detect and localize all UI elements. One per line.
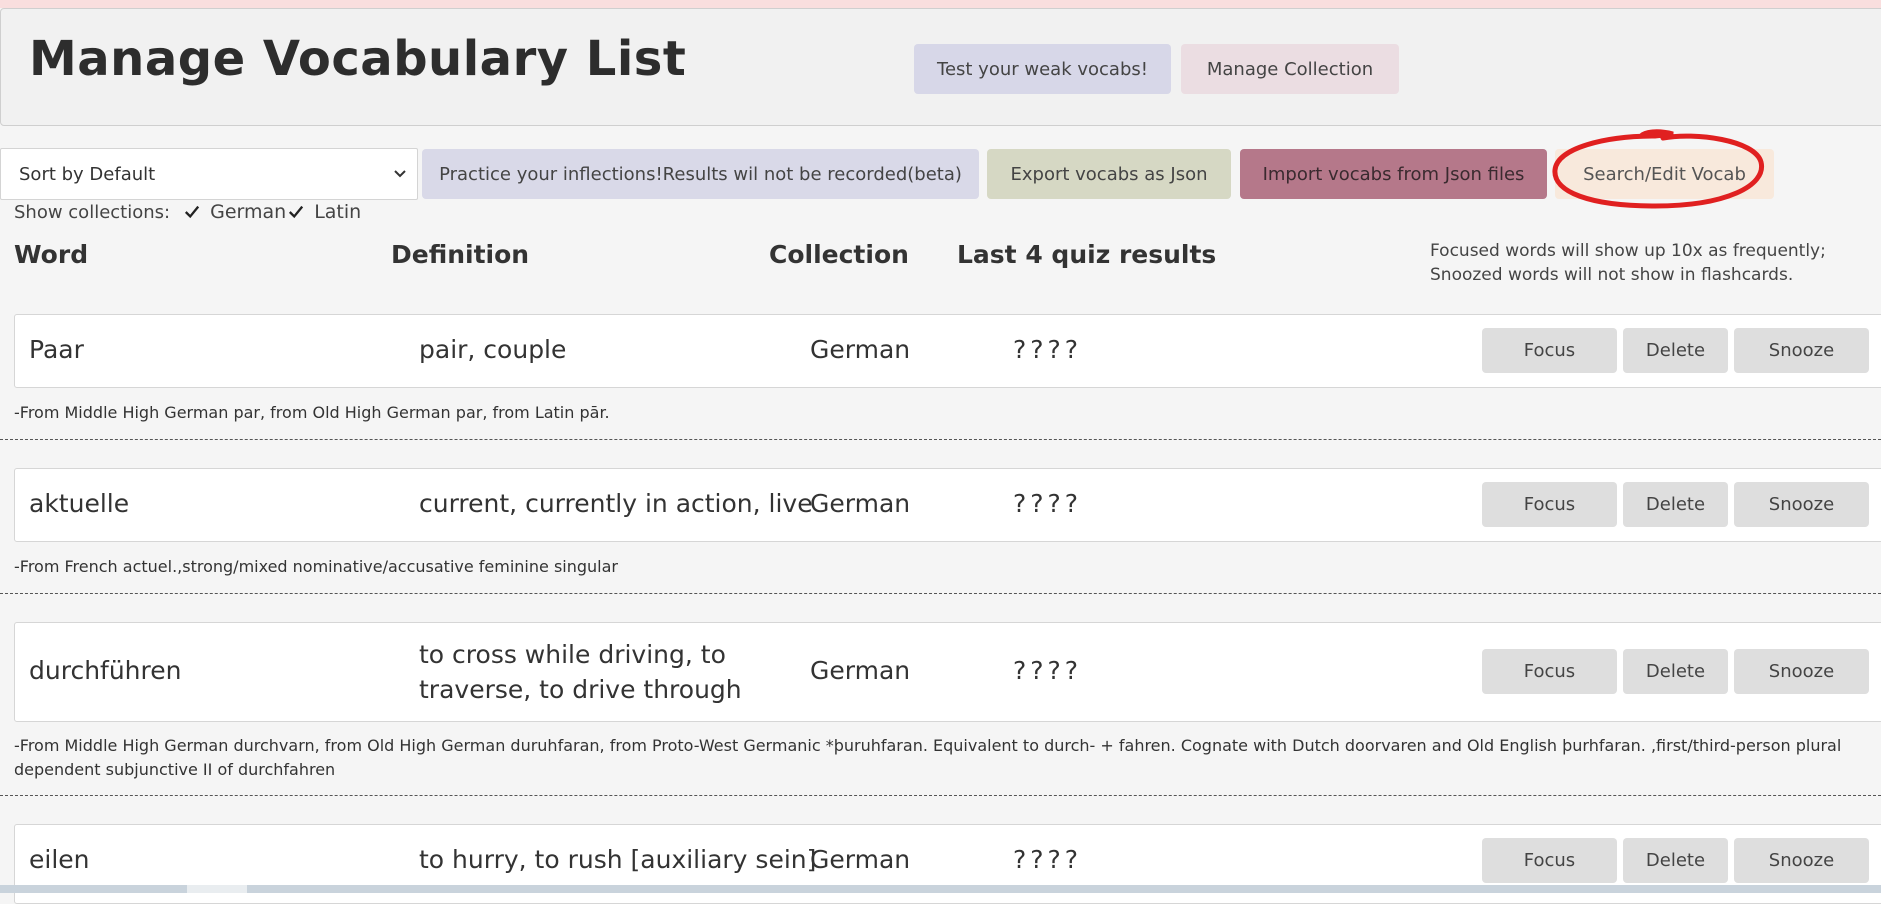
delete-button[interactable]: Delete [1623, 482, 1728, 527]
quiz-results: ???? [1013, 335, 1083, 364]
vocab-row: aktuelle current, currently in action, l… [14, 468, 1881, 542]
german-checkbox-label: German [210, 201, 287, 223]
scrollbar-thumb[interactable] [187, 885, 247, 893]
sort-select-value: Sort by Default [19, 163, 156, 185]
chevron-down-icon [394, 170, 406, 178]
quiz-results: ???? [1013, 489, 1083, 518]
column-header-last-results: Last 4 quiz results [957, 240, 1217, 269]
manage-collection-button[interactable]: Manage Collection [1181, 44, 1399, 94]
latin-checkbox-label: Latin [314, 201, 362, 223]
vocab-collection: German [810, 656, 911, 685]
vocab-word: aktuelle [29, 489, 130, 518]
vocab-definition: to cross while driving, to traverse, to … [419, 640, 742, 704]
import-json-button[interactable]: Import vocabs from Json files [1240, 149, 1547, 199]
snooze-button[interactable]: Snooze [1734, 482, 1869, 527]
row-divider [0, 795, 1881, 796]
top-strip [0, 0, 1881, 8]
vocab-definition: pair, couple [419, 335, 567, 364]
horizontal-scrollbar[interactable] [0, 885, 1881, 893]
focus-button[interactable]: Focus [1482, 328, 1617, 373]
snooze-button[interactable]: Snooze [1734, 328, 1869, 373]
focus-snooze-note: Focused words will show up 10x as freque… [1430, 241, 1826, 285]
vocab-etymology: -From Middle High German durchvarn, from… [14, 736, 1842, 779]
vocab-word: durchführen [29, 656, 182, 685]
page-title: Manage Vocabulary List [29, 31, 687, 87]
row-divider [0, 593, 1881, 594]
quiz-results: ???? [1013, 845, 1083, 874]
checkmark-icon [185, 205, 200, 219]
vocab-word: Paar [29, 335, 84, 364]
delete-button[interactable]: Delete [1623, 838, 1728, 883]
snooze-button[interactable]: Snooze [1734, 838, 1869, 883]
vocab-row: Paar pair, couple German ???? Focus Dele… [14, 314, 1881, 388]
german-checkbox[interactable] [184, 204, 200, 220]
focus-button[interactable]: Focus [1482, 482, 1617, 527]
delete-button[interactable]: Delete [1623, 649, 1728, 694]
latin-checkbox[interactable] [288, 204, 304, 220]
row-divider [0, 439, 1881, 440]
column-header-collection: Collection [769, 240, 909, 269]
collection-filter: Show collections: German Latin [14, 198, 361, 226]
quiz-results: ???? [1013, 656, 1083, 685]
snooze-button[interactable]: Snooze [1734, 649, 1869, 694]
focus-button[interactable]: Focus [1482, 649, 1617, 694]
vocab-etymology: -From French actuel.,strong/mixed nomina… [14, 557, 618, 576]
column-header-definition: Definition [391, 240, 530, 269]
vocab-etymology: -From Middle High German par, from Old H… [14, 403, 610, 422]
focus-button[interactable]: Focus [1482, 838, 1617, 883]
vocab-word: eilen [29, 845, 90, 874]
vocab-collection: German [810, 335, 911, 364]
test-weak-vocabs-button[interactable]: Test your weak vocabs! [914, 44, 1171, 94]
column-header-word: Word [14, 240, 89, 269]
vocab-row: durchführen to cross while driving, to t… [14, 622, 1881, 722]
collection-filter-label: Show collections: [14, 201, 171, 223]
export-json-button[interactable]: Export vocabs as Json [987, 149, 1231, 199]
delete-button[interactable]: Delete [1623, 328, 1728, 373]
sort-select[interactable]: Sort by Default [0, 148, 418, 200]
practice-inflections-button[interactable]: Practice your inflections!Results wil no… [422, 149, 979, 199]
vocab-collection: German [810, 845, 911, 874]
vocab-definition: current, currently in action, live [419, 489, 813, 518]
vocab-definition: to hurry, to rush [auxiliary sein] [419, 845, 817, 874]
search-edit-vocab-button[interactable]: Search/Edit Vocab [1555, 149, 1774, 199]
checkmark-icon [289, 205, 304, 219]
vocab-collection: German [810, 489, 911, 518]
